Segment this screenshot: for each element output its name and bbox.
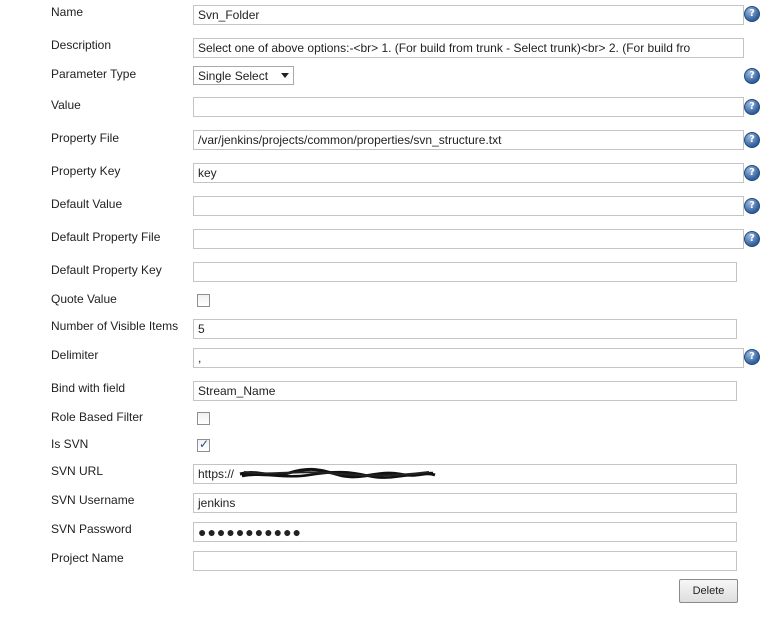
row-is-svn: Is SVN ✓ bbox=[0, 437, 777, 461]
project-name-input[interactable] bbox=[193, 551, 737, 571]
is-svn-label: Is SVN bbox=[51, 437, 89, 451]
help-icon[interactable]: ? bbox=[744, 231, 760, 247]
row-description: Description Select one of above options:… bbox=[0, 37, 777, 61]
row-default-property-file: Default Property File ? bbox=[0, 228, 777, 252]
row-property-file: Property File /var/jenkins/projects/comm… bbox=[0, 129, 777, 153]
default-value-label: Default Value bbox=[51, 197, 123, 211]
role-based-filter-checkbox[interactable] bbox=[197, 412, 210, 425]
row-parameter-type: Parameter Type Single Select ? bbox=[0, 66, 777, 90]
default-value-input[interactable] bbox=[193, 196, 744, 216]
default-property-file-input[interactable] bbox=[193, 229, 744, 249]
visible-items-input[interactable]: 5 bbox=[193, 319, 737, 339]
property-key-input[interactable]: key bbox=[193, 163, 744, 183]
row-value: Value ? bbox=[0, 96, 777, 120]
delimiter-label: Delimiter bbox=[51, 348, 99, 362]
svn-url-label: SVN URL bbox=[51, 464, 104, 478]
parameter-type-value: Single Select bbox=[198, 69, 269, 83]
help-icon[interactable]: ? bbox=[744, 349, 760, 365]
property-key-label: Property Key bbox=[51, 164, 121, 178]
svn-password-label: SVN Password bbox=[51, 522, 132, 536]
property-file-label: Property File bbox=[51, 131, 120, 145]
name-input[interactable]: Svn_Folder bbox=[193, 5, 744, 25]
help-icon[interactable]: ? bbox=[744, 132, 760, 148]
description-input[interactable]: Select one of above options:-<br> 1. (Fo… bbox=[193, 38, 744, 58]
check-icon: ✓ bbox=[199, 437, 210, 451]
help-icon[interactable]: ? bbox=[744, 68, 760, 84]
value-input[interactable] bbox=[193, 97, 744, 117]
row-name: Name Svn_Folder ? bbox=[0, 4, 777, 28]
parameter-form: Name Svn_Folder ? Description Select one… bbox=[0, 0, 777, 635]
row-default-value: Default Value ? bbox=[0, 195, 777, 219]
svn-username-input[interactable]: jenkins bbox=[193, 493, 737, 513]
svn-username-label: SVN Username bbox=[51, 493, 135, 507]
quote-value-checkbox[interactable] bbox=[197, 294, 210, 307]
help-icon[interactable]: ? bbox=[744, 99, 760, 115]
row-bind-with-field: Bind with field Stream_Name bbox=[0, 380, 777, 404]
row-quote-value: Quote Value bbox=[0, 292, 777, 316]
visible-items-label: Number of Visible Items bbox=[51, 319, 179, 333]
delimiter-input[interactable]: , bbox=[193, 348, 744, 368]
help-icon[interactable]: ? bbox=[744, 6, 760, 22]
property-file-input[interactable]: /var/jenkins/projects/common/properties/… bbox=[193, 130, 744, 150]
row-delimiter: Delimiter , ? bbox=[0, 347, 777, 371]
help-icon[interactable]: ? bbox=[744, 198, 760, 214]
default-property-key-input[interactable] bbox=[193, 262, 737, 282]
name-label: Name bbox=[51, 5, 84, 19]
default-property-key-label: Default Property Key bbox=[51, 263, 162, 277]
row-property-key: Property Key key ? bbox=[0, 162, 777, 186]
row-visible-items: Number of Visible Items 5 bbox=[0, 318, 777, 342]
row-role-based-filter: Role Based Filter bbox=[0, 410, 777, 434]
row-svn-username: SVN Username jenkins bbox=[0, 492, 777, 516]
delete-button[interactable]: Delete bbox=[679, 579, 738, 603]
description-label: Description bbox=[51, 38, 112, 52]
value-label: Value bbox=[51, 98, 81, 112]
bind-with-field-input[interactable]: Stream_Name bbox=[193, 381, 737, 401]
bind-with-field-label: Bind with field bbox=[51, 381, 126, 395]
chevron-down-icon bbox=[281, 73, 289, 78]
help-icon[interactable]: ? bbox=[744, 165, 760, 181]
svn-password-input[interactable]: ●●●●●●●●●●● bbox=[193, 522, 737, 542]
quote-value-label: Quote Value bbox=[51, 292, 117, 306]
row-svn-password: SVN Password ●●●●●●●●●●● bbox=[0, 521, 777, 545]
row-project-name: Project Name bbox=[0, 550, 777, 574]
parameter-type-select[interactable]: Single Select bbox=[193, 66, 294, 85]
row-default-property-key: Default Property Key bbox=[0, 261, 777, 285]
redaction-scribble bbox=[239, 467, 436, 479]
parameter-type-label: Parameter Type bbox=[51, 67, 137, 81]
role-based-filter-label: Role Based Filter bbox=[51, 410, 144, 424]
default-property-file-label: Default Property File bbox=[51, 230, 161, 244]
is-svn-checkbox[interactable]: ✓ bbox=[197, 437, 210, 452]
project-name-label: Project Name bbox=[51, 551, 124, 565]
